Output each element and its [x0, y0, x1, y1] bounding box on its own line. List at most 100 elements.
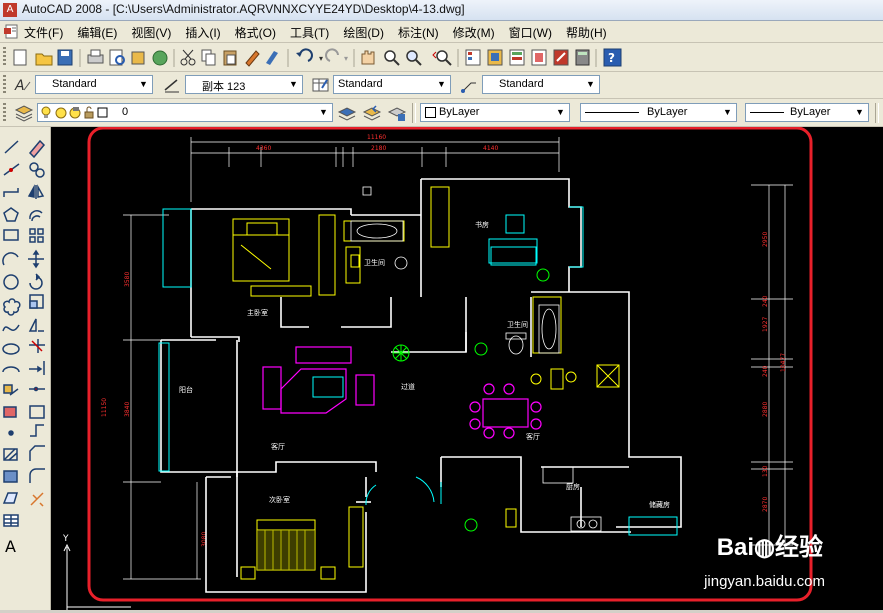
plot-preview-icon[interactable]	[109, 49, 125, 66]
rotate-icon[interactable]	[29, 273, 43, 290]
undo-dropdown-icon[interactable]: ▾	[319, 54, 323, 63]
zoom-realtime-icon[interactable]	[384, 50, 400, 66]
open-file-icon[interactable]	[35, 53, 53, 66]
scale-icon[interactable]	[29, 294, 44, 309]
redo-icon[interactable]	[325, 48, 339, 62]
layer-properties-manager-icon[interactable]	[14, 104, 34, 122]
menu-item[interactable]: 标注(N)	[398, 24, 439, 41]
polyline-icon[interactable]	[3, 188, 19, 197]
point-icon[interactable]	[8, 430, 14, 436]
room-label-balcony: 阳台	[179, 385, 193, 394]
design-center-icon[interactable]	[487, 49, 503, 66]
table-style-icon[interactable]	[312, 76, 330, 94]
autocad-app-icon[interactable]: A	[3, 3, 17, 17]
circle-icon[interactable]	[3, 274, 19, 290]
color-control-dropdown[interactable]: ByLayer ▼	[420, 103, 570, 122]
layer-previous-icon[interactable]	[362, 104, 382, 122]
match-properties-icon[interactable]	[245, 50, 260, 67]
publish-icon[interactable]	[131, 51, 145, 65]
arc-icon[interactable]	[2, 252, 19, 266]
extend-icon[interactable]	[29, 361, 45, 375]
revision-cloud-icon[interactable]	[3, 298, 21, 316]
toolbar-grip[interactable]	[3, 47, 6, 67]
menu-item[interactable]: 视图(V)	[131, 24, 171, 41]
multileader-style-dropdown[interactable]: Standard ▼	[482, 75, 600, 94]
zoom-window-icon[interactable]	[406, 50, 422, 66]
menu-item[interactable]: 文件(F)	[24, 24, 63, 41]
menu-item[interactable]: 工具(T)	[290, 24, 329, 41]
sheet-set-manager-icon[interactable]	[531, 49, 547, 66]
make-object-layer-current-icon[interactable]	[337, 104, 357, 122]
menu-item[interactable]: 修改(M)	[453, 24, 495, 41]
menu-item[interactable]: 窗口(W)	[509, 24, 552, 41]
make-block-icon[interactable]	[3, 406, 17, 418]
menu-item[interactable]: 绘图(D)	[343, 24, 384, 41]
table-icon[interactable]	[3, 514, 19, 527]
copy-icon[interactable]	[201, 49, 216, 66]
region-icon[interactable]	[2, 492, 19, 504]
join-icon[interactable]	[30, 424, 44, 437]
save-icon[interactable]	[57, 49, 73, 66]
break-icon[interactable]	[29, 405, 45, 419]
offset-icon[interactable]	[29, 210, 43, 222]
erase-icon[interactable]	[28, 139, 46, 159]
explode-icon[interactable]	[30, 492, 44, 507]
properties-icon[interactable]	[465, 49, 481, 66]
mirror-icon[interactable]	[27, 184, 45, 199]
copy-object-icon[interactable]	[29, 162, 45, 178]
cut-icon[interactable]	[180, 49, 196, 66]
menu-item[interactable]: 编辑(E)	[77, 24, 117, 41]
multileader-style-icon[interactable]	[460, 76, 478, 94]
text-style-dropdown[interactable]: Standard ▼	[35, 75, 153, 94]
break-at-point-icon[interactable]	[29, 386, 45, 392]
menu-item[interactable]: 格式(O)	[235, 24, 276, 41]
hatch-icon[interactable]	[3, 448, 18, 461]
multiline-text-icon[interactable]: A	[5, 537, 16, 556]
dimension-style-icon[interactable]	[163, 76, 181, 94]
new-file-icon[interactable]	[13, 49, 27, 66]
help-icon[interactable]: ?	[603, 48, 622, 67]
print-icon[interactable]	[87, 49, 104, 64]
chamfer-icon[interactable]	[29, 445, 45, 461]
trim-icon[interactable]	[29, 339, 45, 353]
text-style-icon[interactable]: A	[14, 76, 32, 94]
array-icon[interactable]	[29, 228, 44, 243]
fillet-icon[interactable]	[29, 468, 45, 483]
layer-states-icon[interactable]	[387, 104, 407, 122]
spline-icon[interactable]	[2, 324, 20, 332]
move-icon[interactable]	[28, 249, 44, 269]
line-icon[interactable]	[4, 140, 19, 154]
redo-dropdown-icon[interactable]: ▾	[344, 54, 348, 63]
document-icon[interactable]	[4, 24, 20, 39]
drawing-canvas[interactable]: 11160 4360 2180 4140 3580 11150 3840 308…	[51, 127, 883, 610]
layer-dropdown[interactable]: 0 ▼	[37, 103, 333, 122]
linetype-control-dropdown[interactable]: ByLayer ▼	[580, 103, 737, 122]
ellipse-icon[interactable]	[2, 343, 20, 355]
block-editor-icon[interactable]	[266, 51, 278, 65]
lineweight-control-dropdown[interactable]: ByLayer ▼	[745, 103, 869, 122]
window-title: AutoCAD 2008 - [C:\Users\Administrator.A…	[22, 2, 465, 16]
undo-icon[interactable]	[296, 48, 313, 62]
gradient-icon[interactable]	[3, 470, 18, 483]
toolbar-grip[interactable]	[3, 75, 6, 95]
menu-item[interactable]: 帮助(H)	[566, 24, 607, 41]
zoom-previous-icon[interactable]	[432, 50, 452, 66]
markup-set-manager-icon[interactable]	[553, 49, 569, 66]
construction-line-icon[interactable]	[3, 163, 20, 176]
paste-icon[interactable]	[223, 50, 237, 66]
dimension-style-dropdown[interactable]: 副本 123 ▼	[185, 75, 303, 94]
3d-dwf-icon[interactable]	[152, 50, 168, 66]
quickcalc-icon[interactable]	[575, 49, 590, 66]
ellipse-arc-icon[interactable]	[2, 366, 20, 373]
rectangle-icon[interactable]	[3, 229, 19, 241]
stretch-icon[interactable]	[28, 318, 44, 332]
toolbar-grip[interactable]	[3, 103, 6, 123]
dim-right-mid-small: 240	[762, 295, 769, 307]
linetype-preview	[585, 112, 639, 113]
table-style-dropdown[interactable]: Standard ▼	[333, 75, 451, 94]
menu-item[interactable]: 插入(I)	[185, 24, 220, 41]
polygon-icon[interactable]	[3, 207, 19, 222]
tool-palettes-icon[interactable]	[509, 49, 525, 66]
pan-realtime-icon[interactable]	[361, 50, 375, 65]
insert-block-icon[interactable]	[3, 384, 19, 396]
